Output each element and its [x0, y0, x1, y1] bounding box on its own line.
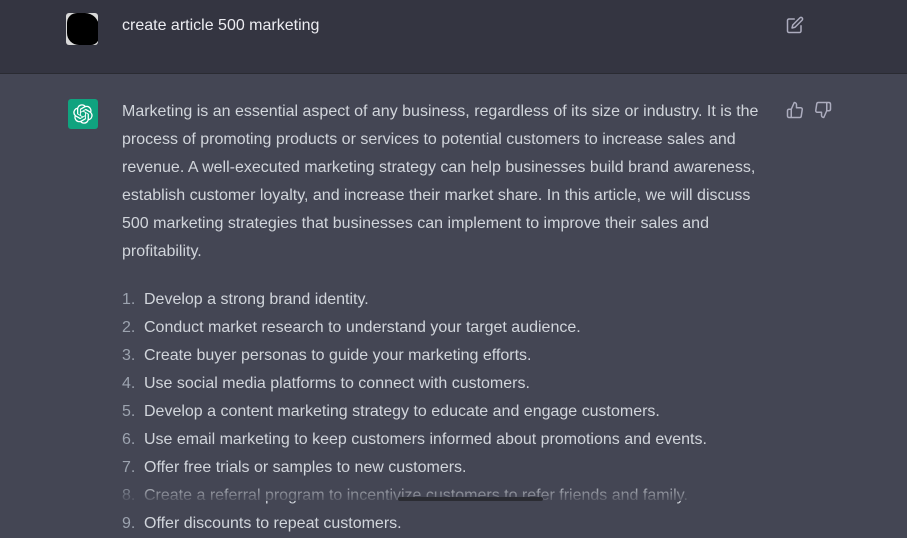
list-item-text: Develop a strong brand identity. — [144, 291, 369, 308]
list-item: 5. Develop a content marketing strategy t… — [122, 398, 777, 426]
list-item-number: 9. — [122, 515, 136, 532]
list-item: 8. Create a referral program to incentivi… — [122, 482, 777, 510]
list-item: 7. Offer free trials or samples to new cu… — [122, 454, 777, 482]
list-item-text: Conduct market research to understand yo… — [144, 319, 581, 336]
list-item-number: 7. — [122, 459, 136, 476]
list-item-text: Create a referral program to incentivize… — [144, 487, 688, 504]
list-item-number: 2. — [122, 319, 136, 336]
assistant-avatar — [68, 99, 98, 129]
assistant-message-row: Marketing is an essential aspect of any … — [0, 74, 907, 532]
horizontal-scrollbar[interactable] — [398, 497, 543, 501]
openai-logo-icon — [73, 104, 93, 124]
user-message-text: create article 500 marketing — [122, 17, 320, 34]
list-item-number: 4. — [122, 375, 136, 392]
list-item-text: Offer free trials or samples to new cust… — [144, 459, 467, 476]
user-message-row: create article 500 marketing — [0, 0, 907, 74]
list-item-text: Develop a content marketing strategy to … — [144, 403, 660, 420]
list-item: 4. Use social media platforms to connect … — [122, 370, 777, 398]
thumbs-up-icon[interactable] — [786, 101, 804, 119]
user-avatar — [66, 13, 98, 45]
list-item: 6. Use email marketing to keep customers … — [122, 426, 777, 454]
list-item-number: 1. — [122, 291, 136, 308]
list-item-text: Create buyer personas to guide your mark… — [144, 347, 532, 364]
list-item: 3. Create buyer personas to guide your ma… — [122, 342, 777, 370]
thumbs-down-icon[interactable] — [814, 101, 832, 119]
user-avatar-image — [67, 13, 98, 45]
list-item: 2. Conduct market research to understand … — [122, 314, 777, 342]
edit-icon[interactable] — [786, 16, 804, 34]
list-item-number: 6. — [122, 431, 136, 448]
intro-paragraph: Marketing is an essential aspect of any … — [122, 103, 759, 260]
list-item: 1. Develop a strong brand identity. — [122, 286, 777, 314]
list-item-number: 5. — [122, 403, 136, 420]
list-item-text: Use email marketing to keep customers in… — [144, 431, 707, 448]
list-item-number: 8. — [122, 487, 136, 504]
list-item-text: Offer discounts to repeat customers. — [144, 515, 402, 532]
assistant-message-content: Marketing is an essential aspect of any … — [122, 98, 777, 538]
list-item-text: Use social media platforms to connect wi… — [144, 375, 530, 392]
list-item: 9. Offer discounts to repeat customers. — [122, 510, 777, 538]
list-item-number: 3. — [122, 347, 136, 364]
